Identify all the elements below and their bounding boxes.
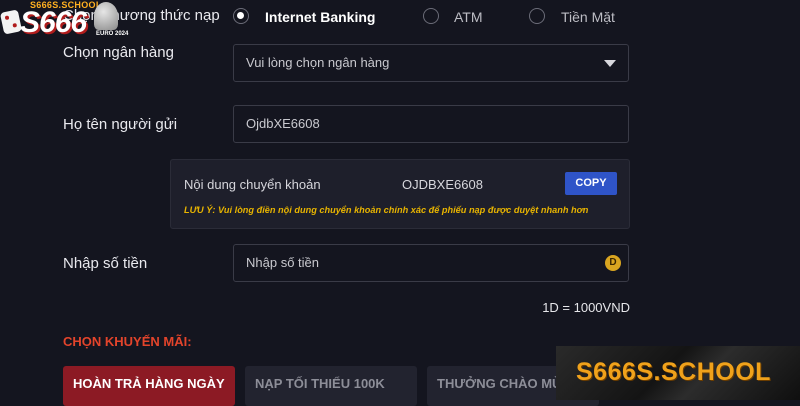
sender-name-value: OjdbXE6608 xyxy=(246,116,320,131)
promo-card-label: HOÀN TRẢ HÀNG NGÀY xyxy=(73,376,225,391)
transfer-content-box: Nội dung chuyển khoản OJDBXE6608 COPY LƯ… xyxy=(170,159,630,229)
coin-icon: D xyxy=(605,255,621,271)
logo-sub-text: EURO 2024 xyxy=(96,31,129,37)
promo-title: CHỌN KHUYẾN MÃI: xyxy=(63,334,192,349)
transfer-note: LƯU Ý: Vui lòng điền nội dung chuyển kho… xyxy=(184,205,589,215)
logo-brand-text: S666 xyxy=(20,6,87,39)
watermark-text: S666S.SCHOOL xyxy=(576,358,771,386)
trophy-icon xyxy=(94,2,118,30)
site-logo: S666S.SCHOOL S666 EURO 2024 xyxy=(0,0,130,44)
transfer-code: OJDBXE6608 xyxy=(402,177,483,192)
payment-option-label: ATM xyxy=(454,9,483,25)
dice-icon xyxy=(0,9,23,35)
promo-card-label: NẠP TỐI THIỂU 100K xyxy=(255,376,385,391)
bank-select[interactable]: Vui lòng chọn ngân hàng xyxy=(233,44,629,82)
watermark-banner: S666S.SCHOOL xyxy=(556,346,800,400)
payment-option-atm[interactable]: ATM xyxy=(423,0,503,32)
payment-option-cash[interactable]: Tiền Mặt xyxy=(529,0,629,32)
bank-label: Chọn ngân hàng xyxy=(63,44,174,61)
sender-label: Họ tên người gửi xyxy=(63,116,178,133)
bank-select-value: Vui lòng chọn ngân hàng xyxy=(246,55,390,70)
radio-icon xyxy=(423,8,439,24)
chevron-down-icon xyxy=(604,60,616,67)
sender-name-field[interactable]: OjdbXE6608 xyxy=(233,105,629,143)
payment-option-label: Tiền Mặt xyxy=(561,9,615,25)
exchange-rate: 1D = 1000VND xyxy=(542,300,630,315)
amount-input[interactable]: Nhập số tiền D xyxy=(233,244,629,282)
promo-card-daily-cashback[interactable]: HOÀN TRẢ HÀNG NGÀY xyxy=(63,366,235,406)
copy-button[interactable]: COPY xyxy=(565,172,617,195)
payment-option-internet-banking[interactable]: Internet Banking xyxy=(233,0,403,32)
radio-icon xyxy=(529,8,545,24)
promo-card-label: THƯỞNG CHÀO MỪ xyxy=(437,376,563,391)
payment-option-label: Internet Banking xyxy=(265,9,376,25)
transfer-content-label: Nội dung chuyển khoản xyxy=(184,177,321,192)
amount-label: Nhập số tiền xyxy=(63,255,148,272)
promo-card-min-deposit[interactable]: NẠP TỐI THIỂU 100K xyxy=(245,366,417,406)
amount-placeholder: Nhập số tiền xyxy=(246,255,319,270)
radio-selected-icon xyxy=(233,8,249,24)
